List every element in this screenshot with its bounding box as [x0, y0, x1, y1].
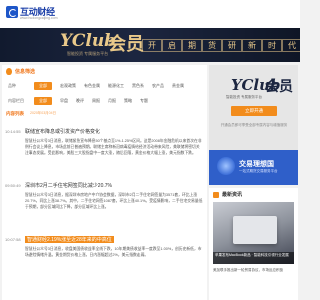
- list-item[interactable]: 10:07:58 智通财经2.19%涨至近28年来的中高位 智慧社公众号3日消息…: [2, 235, 207, 295]
- sidebar-note: 开通会员即可享受全部专属内容与增值服务: [220, 123, 288, 127]
- list-date: 2020年03月04日: [30, 111, 57, 115]
- filter-title: 信息筛选: [15, 68, 36, 75]
- page-root: 互动财经 www.hudongcaijing.com YClub 会员 智能投资…: [0, 0, 300, 300]
- filter-chip-all[interactable]: 全部: [34, 81, 52, 90]
- filter-chip[interactable]: 策略: [124, 98, 132, 104]
- slogan-char: 时: [262, 39, 282, 52]
- top-bar: 互动财经 www.hudongcaijing.com: [0, 0, 300, 28]
- slogan-char: 开: [142, 39, 162, 52]
- slogan-char: 货: [202, 39, 222, 52]
- banner-slogan: 开 启 期 货 研 新 时 代: [142, 39, 300, 52]
- list-tab[interactable]: 内容列表: [6, 111, 24, 117]
- filter-chip[interactable]: 黑色系: [132, 83, 144, 89]
- banner-subtitle: 智能投资 专属服务平台: [67, 51, 109, 56]
- hot-news-panel: 最新资讯 苹果发布MacBook新品 · 智能科技引领行业发展 美加联手推出新一…: [209, 188, 298, 300]
- article-body: 智慧社公众号3日消息，联储紧急宣布降息50个基点至1%-1.25%区间。这是20…: [25, 139, 202, 156]
- filter-row-label: 品种: [8, 82, 16, 88]
- hot-header: 最新资讯: [213, 191, 242, 198]
- sidebar-logo-hui: 会员: [265, 78, 293, 94]
- filter-chip[interactable]: 能源化工: [108, 83, 124, 89]
- list-item[interactable]: 10:14:55 联储宣布降息或引发资产价格变化 智慧社公众号3日消息，联储紧急…: [2, 127, 207, 177]
- sidebar-subtitle: 智能投资 专属服务平台: [226, 95, 262, 99]
- filter-chip[interactable]: 早盘: [60, 98, 68, 104]
- logo-subtext: www.hudongcaijing.com: [20, 16, 58, 20]
- filter-chip[interactable]: 月报: [108, 98, 116, 104]
- ad-card-title: 交易理想国: [239, 161, 274, 168]
- article-time: 10:07:58: [5, 237, 21, 242]
- filter-chip[interactable]: 农产品: [152, 83, 164, 89]
- logo-icon: [6, 5, 18, 18]
- filter-row-label: 内容栏目: [8, 97, 24, 103]
- article-time: 09:50:49: [5, 183, 21, 188]
- filter-chip[interactable]: 晚评: [76, 98, 84, 104]
- article-title[interactable]: 联储宣布降息或引发资产价格变化: [25, 128, 100, 135]
- sidebar-member-promo: YClub 会员 智能投资 专属服务平台 立即开通 开通会员即可享受全部专属内容…: [209, 65, 298, 150]
- hot-title: 最新资讯: [222, 192, 243, 198]
- ad-card[interactable]: 交易理想国 一站式期货交易服务平台: [209, 150, 298, 185]
- globe-icon: [217, 157, 235, 175]
- hot-image-caption: 苹果发布MacBook新品 · 智能科技引领行业发展: [213, 252, 294, 264]
- filter-chip[interactable]: 周报: [92, 98, 100, 104]
- slogan-char: 新: [242, 39, 262, 52]
- filter-chip[interactable]: 贵金属: [172, 83, 184, 89]
- hot-news-item[interactable]: 美加联手推出新一轮贸易协议，市场反应积极: [213, 268, 294, 273]
- main-content: 信息筛选 品种 全部 宏观政策 有色金属 能源化工 黑色系 农产品 贵金属 内容…: [2, 65, 207, 300]
- list-item[interactable]: 09:50:49 深圳市2月二手住宅网签同比减少20.7% 智慧社公众号3日消息…: [2, 181, 207, 231]
- filter-chip-all[interactable]: 全部: [34, 96, 52, 105]
- flame-icon: [6, 67, 12, 75]
- filter-row-column: 内容栏目 全部 早盘 晚评 周报 月报 策略 专题: [2, 95, 207, 106]
- member-banner[interactable]: YClub 会员 智能投资 专属服务平台 开 启 期 货 研 新 时 代: [0, 28, 300, 62]
- slogan-char: 期: [182, 39, 202, 52]
- article-body: 智慧社公众号3日消息，据深圳市房地产中介协会数据，深圳市2月二手住宅网签量为35…: [25, 193, 203, 210]
- article-body: 智慧社公众号3日消息，收盘美国债收益率全线下跌，10年期美债收益率一度跌至1.0…: [25, 247, 202, 258]
- article-title[interactable]: 深圳市2月二手住宅网签同比减少20.7%: [25, 182, 112, 189]
- ad-card-subtitle: 一站式期货交易服务平台: [239, 169, 278, 173]
- list-header: 内容列表 2020年03月04日: [2, 109, 207, 118]
- article-time: 10:14:55: [5, 129, 21, 134]
- banner-title-hui: 会员: [108, 34, 144, 54]
- slogan-char: 代: [282, 39, 300, 52]
- filter-row-variety: 品种 全部 宏观政策 有色金属 能源化工 黑色系 农产品 贵金属: [2, 80, 207, 91]
- article-title[interactable]: 智通财经2.19%涨至近28年来的中高位: [25, 236, 114, 243]
- filter-chip[interactable]: 宏观政策: [60, 83, 76, 89]
- filter-header: 信息筛选: [2, 65, 207, 77]
- filter-chip[interactable]: 专题: [140, 98, 148, 104]
- news-icon: [213, 191, 219, 198]
- filter-chip[interactable]: 有色金属: [84, 83, 100, 89]
- slogan-char: 研: [222, 39, 242, 52]
- slogan-char: 启: [162, 39, 182, 52]
- join-button[interactable]: 立即开通: [231, 106, 277, 116]
- hot-news-image[interactable]: 苹果发布MacBook新品 · 智能科技引领行业发展: [213, 202, 294, 264]
